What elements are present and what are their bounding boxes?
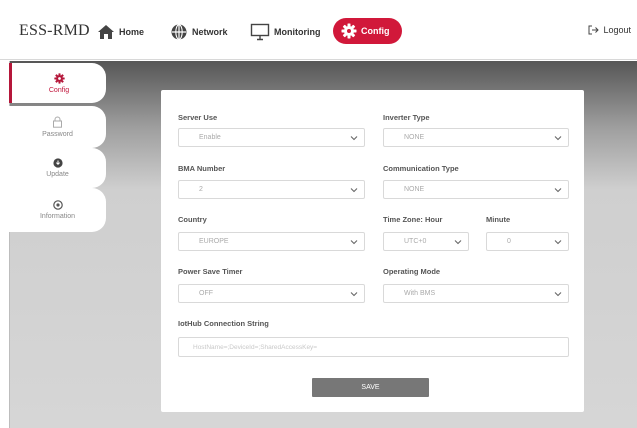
timezone-hour-value: UTC+0: [404, 238, 427, 245]
sidebar-item-label: Password: [42, 131, 73, 138]
bma-number-label: BMA Number: [178, 164, 226, 173]
country-label: Country: [178, 215, 207, 224]
nav-home[interactable]: Home: [97, 21, 144, 43]
minute-label: Minute: [486, 215, 511, 224]
nav-network-label: Network: [192, 27, 228, 37]
sidebar-item-label: Information: [39, 213, 76, 220]
sidebar-item-label: Config: [48, 86, 70, 94]
country-select[interactable]: EUROPE: [178, 232, 365, 251]
logout-button[interactable]: Logout: [588, 25, 631, 35]
network-icon: [171, 24, 187, 40]
power-save-timer-value: OFF: [199, 290, 213, 297]
sidebar-item-update[interactable]: Update: [9, 148, 106, 188]
nav-config-label: Config: [361, 26, 390, 36]
top-navbar: ESS-RMD Home Network Monitoring Config L…: [0, 0, 637, 60]
country-value: EUROPE: [199, 238, 229, 245]
sidebar-item-label: Update: [46, 171, 69, 178]
server-use-label: Server Use: [178, 113, 218, 122]
operating-mode-value: With BMS: [404, 290, 436, 297]
operating-mode-label: Operating Mode: [383, 267, 441, 276]
server-use-value: Enable: [199, 134, 221, 141]
monitor-icon: [250, 23, 270, 41]
update-icon: [52, 158, 63, 168]
save-button[interactable]: SAVE: [312, 378, 429, 397]
chevron-down-icon: [350, 136, 358, 141]
minute-select[interactable]: 0: [486, 232, 569, 251]
lock-icon: [53, 116, 62, 128]
gear-icon: [53, 72, 65, 84]
nav-network[interactable]: Network: [170, 21, 228, 43]
chevron-down-icon: [350, 292, 358, 297]
logout-label: Logout: [603, 25, 631, 35]
info-icon: [52, 200, 63, 210]
timezone-hour-select[interactable]: UTC+0: [383, 232, 469, 251]
server-use-select[interactable]: Enable: [178, 128, 365, 147]
sidebar-item-config[interactable]: Config: [9, 63, 106, 103]
communication-type-value: NONE: [404, 186, 425, 193]
operating-mode-select[interactable]: With BMS: [383, 284, 569, 303]
sidebar-item-password[interactable]: Password: [9, 106, 106, 148]
chevron-down-icon: [554, 240, 562, 245]
chevron-down-icon: [554, 292, 562, 297]
iothub-connection-input[interactable]: HostName=;DeviceId=;SharedAccessKey=: [178, 337, 569, 357]
chevron-down-icon: [554, 188, 562, 193]
minute-value: 0: [507, 238, 511, 245]
chevron-down-icon: [454, 240, 462, 245]
nav-home-label: Home: [119, 27, 145, 37]
inverter-type-select[interactable]: NONE: [383, 128, 569, 147]
config-form-card: Server Use Enable Inverter Type NONE BMA…: [161, 90, 584, 412]
iothub-connection-label: IotHub Connection String: [178, 319, 269, 328]
communication-type-select[interactable]: NONE: [383, 180, 569, 199]
sidebar-item-information[interactable]: Information: [9, 188, 106, 232]
bma-number-value: 2: [199, 186, 203, 193]
gear-icon: [341, 23, 357, 39]
inverter-type-label: Inverter Type: [383, 113, 430, 122]
chevron-down-icon: [554, 136, 562, 141]
power-save-timer-select[interactable]: OFF: [178, 284, 365, 303]
nav-config[interactable]: Config: [333, 18, 402, 44]
bma-number-select[interactable]: 2: [178, 180, 365, 199]
communication-type-label: Communication Type: [383, 164, 459, 173]
home-icon: [98, 25, 114, 39]
chevron-down-icon: [350, 240, 358, 245]
iothub-connection-placeholder: HostName=;DeviceId=;SharedAccessKey=: [193, 343, 318, 351]
nav-monitoring-label: Monitoring: [274, 27, 321, 37]
brand-title: ESS-RMD: [19, 22, 90, 39]
chevron-down-icon: [350, 188, 358, 193]
nav-monitoring[interactable]: Monitoring: [250, 21, 321, 43]
logout-icon: [588, 25, 600, 35]
inverter-type-value: NONE: [404, 134, 425, 141]
timezone-hour-label: Time Zone: Hour: [383, 215, 443, 224]
power-save-timer-label: Power Save Timer: [178, 267, 243, 276]
